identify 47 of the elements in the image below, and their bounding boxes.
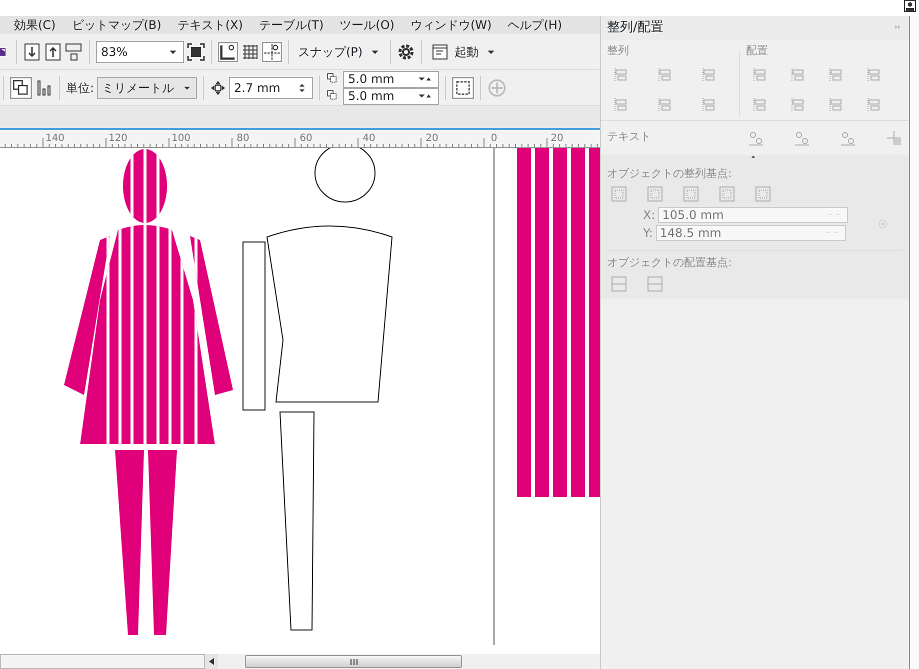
window-icon [430,42,449,60]
full-screen-icon[interactable] [187,42,205,60]
settings-icon[interactable] [396,42,415,60]
duplicate-x-field[interactable]: 5.0 mm [343,70,440,88]
ruler-label: 100 [171,132,191,146]
guidelines-icon[interactable] [262,42,282,62]
unit-dropdown[interactable]: ミリメートル [97,76,198,98]
ruler-label: 140 [45,132,65,146]
import-icon[interactable] [23,42,41,60]
menu-item[interactable]: テーブル(T) [250,16,332,34]
ruler-label: 20 [550,132,564,146]
unit-label: 単位: [66,80,94,96]
bounding-box-icon[interactable] [452,76,474,98]
add-icon[interactable] [487,78,508,98]
ruler-label: 0 [490,132,498,146]
menu-item[interactable]: ビットマップ(B) [64,16,170,34]
coordinate-label: X: [643,207,656,224]
menu-item[interactable]: ヘルプ(H) [500,16,570,34]
menu-item[interactable]: テキスト(X) [169,16,251,34]
anchor-label: オブジェクトの整列基点: [607,166,733,182]
coordinate-label: Y: [643,225,653,242]
launch-button[interactable]: 起動 [428,42,500,60]
docker-title: 整列/配置 [607,19,664,37]
text-label: テキスト [607,129,652,146]
export-icon[interactable] [44,42,62,60]
overlapping-squares-icon[interactable] [10,76,32,98]
align-heading: 整列 [607,43,630,59]
snap-dropdown[interactable]: スナップ(P) [295,42,384,60]
nudge-arrows-icon [210,80,226,96]
duplicate-y-field[interactable]: 5.0 mm [343,88,440,104]
ruler-label: 120 [108,132,128,146]
scrollbar-thumb[interactable] [245,655,462,668]
snap-plus-icon[interactable] [885,128,903,146]
ruler-label: 80 [236,132,250,146]
ruler-label: 20 [426,132,438,146]
distribute-heading: 配置 [746,43,769,59]
menu-item[interactable]: ツール(O) [332,16,402,34]
bars-icon[interactable] [35,78,53,96]
menu-item[interactable]: 効果(C) [6,16,64,34]
menu-item[interactable]: ウィンドウ(W) [402,16,500,34]
nudge-field[interactable]: 2.7 mm [229,76,314,98]
ruler-label: 60 [300,132,312,146]
anchor-label: オブジェクトの配置基点: [607,255,733,271]
rulers-icon[interactable] [218,42,238,62]
person-icon[interactable] [904,0,916,12]
zoom-dropdown[interactable]: 83% [96,40,184,62]
ruler-label: 40 [362,132,376,146]
